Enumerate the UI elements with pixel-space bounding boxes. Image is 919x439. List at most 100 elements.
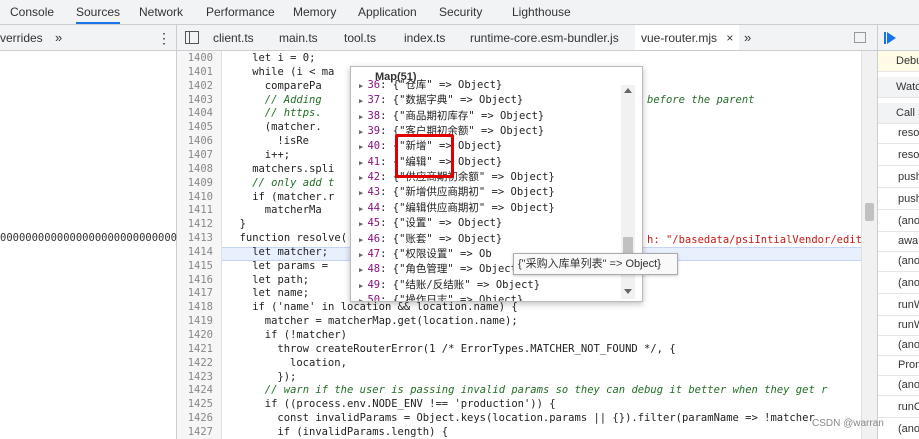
tab-overrides[interactable]: verrides	[0, 25, 43, 51]
line-number[interactable]: 1406	[177, 134, 213, 148]
line-number[interactable]: 1401	[177, 65, 213, 79]
sidebar-row[interactable]: reso	[878, 145, 919, 166]
file-tab-index-ts[interactable]: index.ts	[404, 25, 445, 51]
sidebar-row[interactable]: runC	[878, 397, 919, 418]
line-number[interactable]: 1415	[177, 259, 213, 273]
editor-file-tabbar: client.ts main.ts tool.ts index.ts runti…	[177, 25, 877, 51]
map-entry[interactable]: ▶ 38: {"商品期初库存" => Object}	[359, 109, 544, 124]
line-number[interactable]: 1400	[177, 51, 213, 65]
line-number[interactable]: 1408	[177, 162, 213, 176]
resume-icon[interactable]	[887, 32, 896, 44]
sidebar-row[interactable]: push	[878, 189, 919, 210]
sidebar-row[interactable]: Call S	[878, 103, 919, 124]
more-files-icon[interactable]: »	[744, 25, 751, 51]
tab-memory[interactable]: Memory	[293, 0, 336, 25]
map-entry[interactable]: ▶ 45: {"设置" => Object}	[359, 216, 502, 231]
file-tab-main-ts[interactable]: main.ts	[279, 25, 318, 51]
tab-security[interactable]: Security	[439, 0, 482, 25]
map-entry[interactable]: ▶ 46: {"账套" => Object}	[359, 232, 502, 247]
map-entry[interactable]: ▶ 37: {"数据字典" => Object}	[359, 93, 523, 108]
sidebar-row[interactable]: (ano	[878, 375, 919, 396]
file-tab-tool-ts[interactable]: tool.ts	[344, 25, 376, 51]
tab-sources[interactable]: Sources	[76, 0, 121, 24]
scroll-down-icon[interactable]	[624, 289, 632, 294]
code-line: }	[239, 218, 246, 231]
resume-bar-icon	[884, 32, 886, 44]
sidebar-row[interactable]: (ano	[878, 211, 919, 232]
map-entry[interactable]: ▶ 36: {"仓库" => Object}	[359, 78, 502, 93]
line-number[interactable]: 1409	[177, 176, 213, 190]
line-number[interactable]: 1418	[177, 300, 213, 314]
map-entry-value: {"结账/反结账" => Object}	[392, 278, 541, 291]
line-number[interactable]: 1419	[177, 314, 213, 328]
line-number[interactable]: 1426	[177, 411, 213, 425]
line-number[interactable]: 1424	[177, 383, 213, 397]
tab-performance[interactable]: Performance	[206, 0, 275, 25]
map-entry-key: 40	[367, 140, 381, 153]
close-icon[interactable]: ×	[726, 31, 733, 45]
line-number[interactable]: 1422	[177, 356, 213, 370]
sidebar-row[interactable]: (ano	[878, 335, 919, 356]
map-entry-value: {"角色管理" => Object}	[392, 263, 524, 276]
file-tab-vue-router[interactable]: vue-router.mjs ×	[635, 25, 740, 50]
toggle-debugger-icon[interactable]	[854, 32, 866, 43]
sidebar-row[interactable]: (ano	[878, 251, 919, 272]
scrollbar-thumb[interactable]	[865, 203, 874, 221]
file-tab-runtime-core[interactable]: runtime-core.esm-bundler.js	[470, 25, 619, 51]
tab-application[interactable]: Application	[358, 0, 417, 25]
kebab-menu-icon[interactable]: ⋮	[157, 25, 171, 51]
separator: :	[380, 247, 393, 260]
map-entry-value: {"商品期初库存" => Object}	[392, 109, 545, 122]
line-number[interactable]: 1407	[177, 148, 213, 162]
sidebar-row[interactable]: Pron	[878, 355, 919, 376]
inline-value-fragment: h: "/basedata/psiIntialVendor/edit	[647, 234, 861, 246]
line-number[interactable]: 1425	[177, 397, 213, 411]
line-number[interactable]: 1417	[177, 286, 213, 300]
line-number[interactable]: 1412	[177, 217, 213, 231]
line-number[interactable]: 1420	[177, 328, 213, 342]
file-tab-client-ts[interactable]: client.ts	[213, 25, 254, 51]
line-number[interactable]: 1414	[177, 245, 213, 259]
more-tabs-icon[interactable]: »	[55, 25, 62, 51]
sidebar-row[interactable]: runW	[878, 315, 919, 336]
map-entry[interactable]: ▶ 47: {"权限设置" => Ob	[359, 247, 492, 262]
tab-network[interactable]: Network	[139, 0, 183, 25]
sidebar-row[interactable]: awa	[878, 231, 919, 252]
code-line: (matcher.	[264, 121, 322, 134]
map-entry[interactable]: ▶ 43: {"新增供应商期初" => Object}	[359, 185, 555, 200]
map-entry[interactable]: ▶ 44: {"编辑供应商期初" => Object}	[359, 201, 555, 216]
toggle-navigator-icon[interactable]	[185, 31, 199, 44]
sidebar-row[interactable]: (ano	[878, 273, 919, 294]
sidebar-row[interactable]: reso	[878, 123, 919, 144]
line-number[interactable]: 1405	[177, 120, 213, 134]
scroll-up-icon[interactable]	[624, 88, 632, 93]
map-entry[interactable]: ▶ 48: {"角色管理" => Object}	[359, 262, 523, 277]
sidebar-row[interactable]: Debu	[878, 51, 919, 72]
line-number[interactable]: 1404	[177, 106, 213, 120]
separator: :	[380, 293, 393, 302]
line-number[interactable]: 1403	[177, 93, 213, 107]
sidebar-row[interactable]: runW	[878, 295, 919, 316]
map-entry[interactable]: ▶ 50: {"操作日志" => Object}	[359, 293, 523, 302]
sidebar-row[interactable]: (ano	[878, 419, 919, 439]
line-number[interactable]: 1421	[177, 342, 213, 356]
line-number[interactable]: 1416	[177, 273, 213, 287]
line-number[interactable]: 1427	[177, 425, 213, 439]
devtools-top-tabbar: Console Sources Network Performance Memo…	[0, 0, 919, 25]
sidebar-row[interactable]: push	[878, 167, 919, 188]
line-number[interactable]: 1413	[177, 231, 213, 245]
line-number[interactable]: 1402	[177, 79, 213, 93]
sidebar-row[interactable]: Watc	[878, 77, 919, 98]
code-line: i++;	[264, 148, 291, 161]
tab-console[interactable]: Console	[10, 0, 54, 25]
tab-lighthouse[interactable]: Lighthouse	[512, 0, 571, 25]
editor-scrollbar[interactable]	[861, 51, 877, 439]
map-entry-key: 36	[367, 79, 381, 91]
code-line: // Adding	[264, 93, 322, 106]
line-number[interactable]: 1423	[177, 370, 213, 384]
code-line: let matcher;	[252, 245, 329, 258]
map-entry[interactable]: ▶ 49: {"结账/反结账" => Object}	[359, 278, 540, 293]
map-entry[interactable]: ▶ 42: {"供应商期初余额" => Object}	[359, 170, 555, 185]
line-number[interactable]: 1410	[177, 190, 213, 204]
line-number[interactable]: 1411	[177, 203, 213, 217]
